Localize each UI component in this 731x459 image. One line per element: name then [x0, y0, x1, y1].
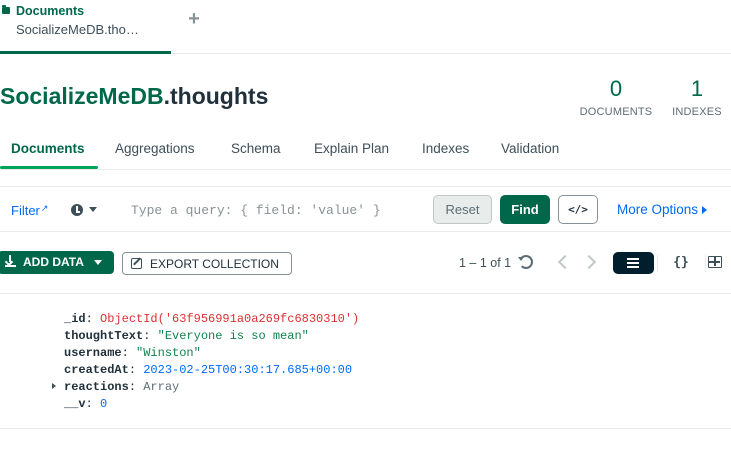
query-bar: Filter↗ Reset Find </> More Options — [0, 186, 731, 232]
external-link-icon: ↗ — [40, 203, 49, 213]
tab-subtitle: SocializeMeDB.thoughts — [16, 22, 141, 37]
export-icon — [131, 258, 142, 269]
collection-name: .thoughts — [163, 83, 269, 109]
documents-toolbar: ADD DATA EXPORT COLLECTION 1 – 1 of 1 {} — [0, 232, 731, 294]
subtab-aggregations[interactable]: Aggregations — [115, 141, 195, 156]
divider — [657, 254, 658, 272]
expand-caret-icon[interactable] — [52, 383, 56, 389]
field-value: ObjectId('63f956991a0a269fc6830310') — [100, 312, 360, 326]
json-view-button[interactable]: {} — [659, 252, 703, 274]
tab-strip: Documents SocializeMeDB.thoughts + — [0, 0, 731, 54]
reset-button[interactable]: Reset — [433, 195, 492, 224]
field-key: thoughtText — [64, 329, 144, 343]
indexes-count: 1 — [690, 76, 704, 101]
chevron-down-icon — [94, 260, 102, 265]
subtab-validation[interactable]: Validation — [501, 141, 559, 156]
previous-page-icon[interactable] — [557, 254, 573, 270]
query-input[interactable] — [123, 197, 423, 223]
subtab-documents[interactable]: Documents — [11, 141, 85, 156]
indexes-label: INDEXES — [672, 106, 722, 118]
add-data-label: ADD DATA — [23, 255, 84, 269]
field-key: _id — [64, 312, 86, 326]
more-options-link[interactable]: More Options — [617, 202, 708, 217]
filter-label: Filter — [11, 203, 40, 218]
export-collection-button[interactable]: EXPORT COLLECTION — [122, 252, 292, 275]
list-view-button[interactable] — [613, 252, 654, 274]
field-value: "Winston" — [136, 346, 201, 360]
table-view-icon[interactable] — [708, 256, 722, 268]
code-view-button[interactable]: </> — [558, 195, 598, 224]
field-value: Array — [143, 380, 180, 394]
field-value: "Everyone is so mean" — [157, 329, 309, 343]
documents-count-stat: 0 DOCUMENTS — [576, 76, 656, 118]
indexes-count-stat[interactable]: 1 INDEXES — [668, 76, 726, 118]
field-id: _id: ObjectId('63f956991a0a269fc6830310'… — [64, 312, 360, 326]
field-createdat: createdAt: 2023-02-25T00:30:17.685+00:00 — [64, 363, 353, 377]
tab-title: Documents — [16, 4, 85, 18]
subtab-schema[interactable]: Schema — [231, 141, 281, 156]
view-toggle: {} — [613, 252, 731, 276]
documents-label: DOCUMENTS — [579, 106, 653, 118]
field-key: username — [64, 346, 122, 360]
subtab-explain-plan[interactable]: Explain Plan — [314, 141, 389, 156]
next-page-icon[interactable] — [581, 254, 597, 270]
subtab-indexes[interactable]: Indexes — [422, 141, 469, 156]
field-reactions[interactable]: reactions: Array — [64, 380, 179, 394]
refresh-icon[interactable] — [518, 255, 533, 269]
export-collection-label: EXPORT COLLECTION — [150, 257, 279, 271]
field-key: __v — [64, 397, 86, 411]
chevron-down-icon[interactable] — [89, 207, 97, 212]
collection-title: SocializeMeDB.thoughts — [0, 83, 268, 110]
field-key: createdAt — [64, 363, 129, 377]
divider — [705, 254, 706, 272]
folder-icon — [2, 5, 10, 14]
add-data-button[interactable]: ADD DATA — [0, 251, 114, 274]
chevron-right-icon — [702, 206, 708, 215]
field-key: reactions — [64, 380, 129, 394]
field-version: __v: 0 — [64, 397, 108, 411]
download-icon-base — [5, 265, 16, 267]
tab-documents[interactable]: Documents SocializeMeDB.thoughts — [0, 0, 171, 54]
find-button[interactable]: Find — [500, 195, 550, 224]
field-value: 2023-02-25T00:30:17.685+00:00 — [143, 363, 353, 377]
add-tab-button[interactable]: + — [184, 9, 204, 29]
documents-count: 0 — [609, 76, 623, 101]
document-card[interactable]: _id: ObjectId('63f956991a0a269fc6830310'… — [0, 294, 731, 429]
active-tab-underline — [0, 166, 98, 169]
field-value: 0 — [100, 397, 108, 411]
database-name: SocializeMeDB — [0, 83, 164, 109]
pagination-count: 1 – 1 of 1 — [459, 256, 512, 270]
query-history-icon[interactable] — [71, 204, 83, 216]
collection-subtabs: Documents Aggregations Schema Explain Pl… — [0, 128, 731, 170]
more-options-label: More Options — [617, 202, 699, 217]
field-username: username: "Winston" — [64, 346, 201, 360]
filter-link[interactable]: Filter↗ — [11, 203, 48, 218]
field-thoughttext: thoughtText: "Everyone is so mean" — [64, 329, 309, 343]
